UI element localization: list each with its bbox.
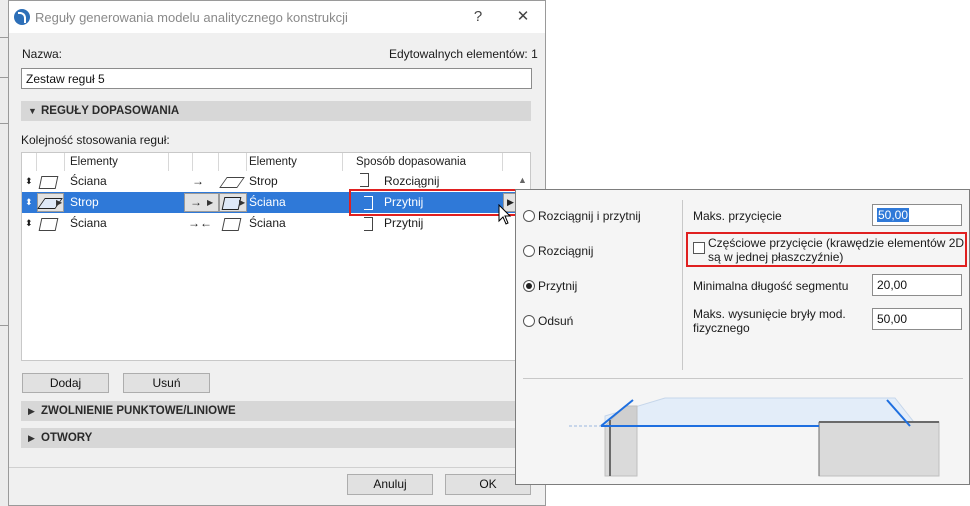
- column-header-method[interactable]: Sposób dopasowania: [356, 153, 466, 171]
- trim-method-icon: [364, 217, 373, 231]
- method: Przytnij: [384, 216, 424, 230]
- edge-mark: [0, 37, 8, 38]
- partial-trim-highlight-box: [686, 232, 967, 267]
- max-trim-label: Maks. przycięcie: [693, 209, 782, 223]
- app-logo-icon: [14, 9, 30, 25]
- name-input[interactable]: Zestaw reguł 5: [21, 68, 532, 89]
- max-offset-label: Maks. wysunięcie bryły mod. fizycznego: [693, 307, 846, 335]
- min-segment-input[interactable]: 20,00: [872, 274, 962, 296]
- footer-divider: [9, 467, 545, 468]
- column-header-elements-1[interactable]: Elementy: [70, 153, 118, 171]
- popup-horizontal-divider: [523, 378, 963, 379]
- picker-arrow-icon: ▶: [207, 198, 214, 207]
- element-2: Strop: [249, 174, 278, 188]
- element-1: Ściana: [70, 216, 107, 230]
- max-trim-value: 50,00: [877, 208, 910, 222]
- rules-table: Elementy Elementy Sposób dopasowania ▲ ⬍…: [21, 152, 531, 361]
- option-radio[interactable]: [523, 315, 535, 327]
- mouse-cursor-icon: [498, 204, 512, 225]
- max-trim-input[interactable]: 50,00: [872, 204, 962, 226]
- section-openings-label: OTWORY: [41, 432, 93, 444]
- picker-arrow-icon: ▶: [239, 198, 246, 207]
- wall-icon: [38, 218, 59, 231]
- element-2: Ściana: [249, 216, 286, 230]
- dialog-title: Reguły generowania modelu analitycznego …: [35, 10, 348, 25]
- wall-icon: [221, 218, 242, 231]
- slab-icon: [219, 177, 245, 188]
- trim-preview-illustration: [565, 386, 945, 480]
- element-1: Ściana: [70, 174, 107, 188]
- help-button[interactable]: ?: [467, 7, 489, 27]
- max-offset-input[interactable]: 50,00: [872, 308, 962, 330]
- column-separator: [168, 153, 169, 171]
- option-extend[interactable]: Rozciągnij: [538, 244, 593, 258]
- picker-arrow-icon: ▶: [56, 198, 63, 207]
- collapse-triangle-icon: ▼: [28, 106, 37, 116]
- column-separator: [502, 153, 503, 171]
- expand-triangle-icon: ▶: [28, 433, 35, 443]
- direction-arrow: →: [190, 195, 202, 209]
- column-header-elements-2[interactable]: Elementy: [249, 153, 297, 171]
- min-segment-label: Minimalna długość segmentu: [693, 279, 849, 293]
- column-separator: [192, 153, 193, 171]
- section-openings[interactable]: ▶ OTWORY: [21, 428, 531, 448]
- option-radio-selected[interactable]: [523, 280, 535, 292]
- name-label: Nazwa:: [22, 47, 63, 61]
- option-offset[interactable]: Odsuń: [538, 314, 573, 328]
- method-highlight-box: [349, 189, 517, 216]
- wall-icon: [38, 176, 59, 189]
- edge-mark: [0, 123, 8, 124]
- popup-vertical-divider: [682, 200, 683, 370]
- trim-options-popup: Rozciągnij i przytnij Rozciągnij Przytni…: [515, 189, 970, 485]
- column-separator: [246, 153, 247, 171]
- cancel-button[interactable]: Anuluj: [347, 474, 433, 495]
- column-separator: [218, 153, 219, 171]
- editable-count-label: Edytowalnych elementów: 1: [389, 47, 538, 61]
- section-rules[interactable]: ▼ REGUŁY DOPASOWANIA: [21, 101, 531, 121]
- add-rule-button[interactable]: Dodaj: [22, 373, 109, 393]
- direction-arrow: →: [192, 174, 204, 188]
- close-button[interactable]: ✕: [512, 7, 534, 27]
- element-2: Ściana: [249, 195, 286, 209]
- option-radio[interactable]: [523, 245, 535, 257]
- section-release[interactable]: ▶ ZWOLNIENIE PUNKTOWE/LINIOWE: [21, 401, 531, 421]
- option-radio[interactable]: [523, 210, 535, 222]
- column-separator: [64, 153, 65, 171]
- title-bar: Reguły generowania modelu analitycznego …: [9, 1, 545, 33]
- direction-arrow: →←: [188, 216, 212, 230]
- edge-mark: [0, 77, 8, 78]
- reorder-handle-icon[interactable]: ⬍: [25, 171, 33, 192]
- table-row[interactable]: ⬍ Ściana →← Ściana Przytnij: [22, 213, 530, 234]
- element-1: Strop: [70, 195, 99, 209]
- section-release-label: ZWOLNIENIE PUNKTOWE/LINIOWE: [41, 405, 236, 417]
- rules-order-label: Kolejność stosowania reguł:: [21, 133, 170, 147]
- reorder-handle-icon[interactable]: ⬍: [25, 192, 33, 213]
- option-trim[interactable]: Przytnij: [538, 279, 577, 293]
- column-separator: [342, 153, 343, 171]
- expand-triangle-icon: ▶: [28, 406, 35, 416]
- rules-dialog: Reguły generowania modelu analitycznego …: [8, 0, 546, 506]
- reorder-handle-icon[interactable]: ⬍: [25, 213, 33, 234]
- remove-rule-button[interactable]: Usuń: [123, 373, 210, 393]
- edge-mark: [0, 325, 8, 326]
- option-extend-and-trim[interactable]: Rozciągnij i przytnij: [538, 209, 641, 223]
- extend-method-icon: [360, 173, 369, 187]
- column-separator: [36, 153, 37, 171]
- section-rules-label: REGUŁY DOPASOWANIA: [41, 105, 180, 117]
